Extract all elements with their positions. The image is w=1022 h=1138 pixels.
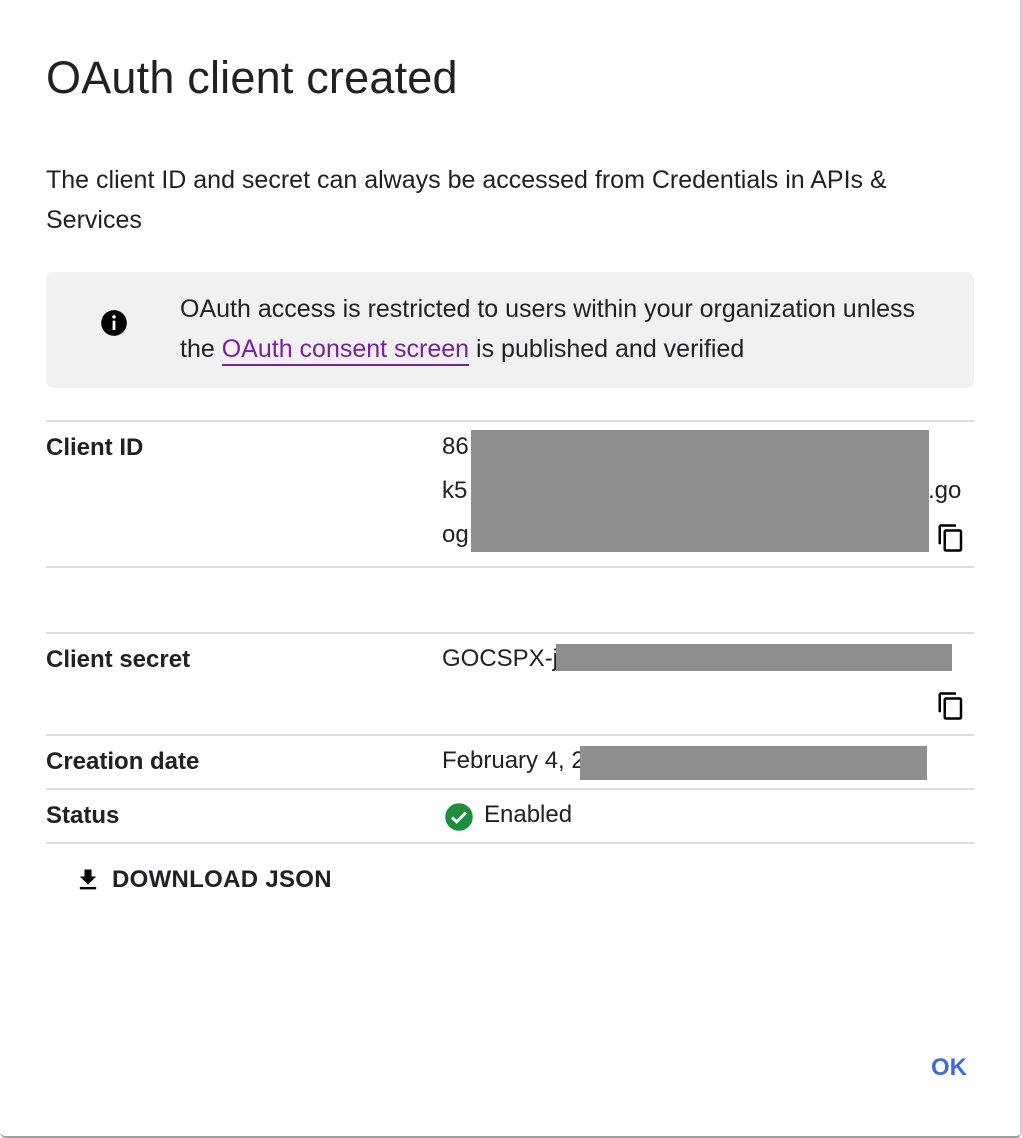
creation-date-label: Creation date (46, 748, 200, 775)
divider (46, 788, 974, 790)
client-secret-value: GOCSPX-j (442, 645, 559, 672)
client-id-line3: og (442, 521, 469, 548)
divider (46, 842, 974, 844)
divider (46, 420, 974, 422)
notice-text: OAuth access is restricted to users with… (180, 289, 940, 369)
notice-text-after: is published and verified (476, 335, 745, 363)
check-circle-icon (445, 803, 473, 831)
copy-client-id-icon[interactable] (936, 522, 966, 554)
download-json-button[interactable]: DOWNLOAD JSON (74, 860, 332, 900)
ok-button[interactable]: OK (922, 1048, 976, 1088)
info-notice: OAuth access is restricted to users with… (46, 272, 974, 388)
status-value: Enabled (484, 801, 573, 828)
divider (46, 734, 974, 736)
oauth-consent-screen-link[interactable]: OAuth consent screen (221, 335, 470, 366)
creation-date-value: February 4, 2 (442, 747, 585, 774)
redacted-client-id (471, 430, 929, 552)
divider (46, 566, 974, 568)
redacted-creation-date (580, 746, 927, 780)
copy-client-secret-icon[interactable] (936, 690, 966, 722)
download-icon (79, 869, 97, 890)
download-json-label: DOWNLOAD JSON (112, 866, 332, 893)
client-id-label: Client ID (46, 434, 144, 461)
oauth-client-dialog: OAuth client created The client ID and s… (0, 0, 1022, 1138)
client-id-line2: k5 (442, 477, 468, 504)
status-label: Status (46, 802, 120, 829)
dialog-description: The client ID and secret can always be a… (46, 166, 887, 234)
client-secret-label: Client secret (46, 646, 191, 673)
info-icon (101, 310, 127, 336)
dialog-title: OAuth client created (46, 52, 458, 103)
divider (46, 632, 974, 634)
redacted-client-secret (556, 644, 952, 671)
client-id-suffix: .go (928, 477, 962, 504)
client-id-line1: 86 (442, 433, 469, 460)
